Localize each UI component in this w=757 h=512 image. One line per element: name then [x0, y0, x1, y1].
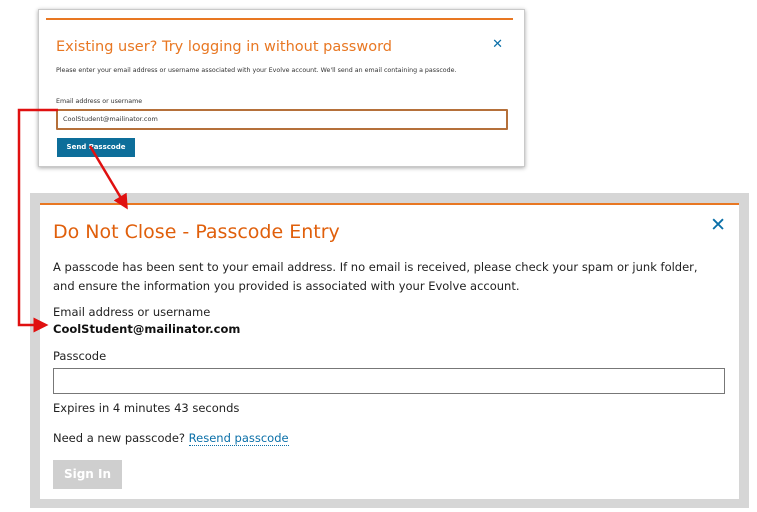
expiry-countdown: Expires in 4 minutes 43 seconds — [53, 401, 240, 415]
resend-prompt: Need a new passcode? Resend passcode — [53, 431, 289, 446]
passcode-modal-title: Do Not Close - Passcode Entry — [53, 221, 340, 243]
email-label: Email address or username — [53, 305, 211, 319]
sign-in-button[interactable]: Sign In — [53, 460, 122, 489]
email-input[interactable]: CoolStudent@mailinator.com — [56, 109, 508, 130]
close-icon[interactable]: ✕ — [710, 216, 726, 235]
email-value: CoolStudent@mailinator.com — [53, 322, 241, 336]
close-icon[interactable]: ✕ — [492, 38, 503, 51]
send-passcode-button[interactable]: Send Passcode — [57, 138, 135, 157]
resend-passcode-link[interactable]: Resend passcode — [188, 431, 289, 446]
passcode-modal-description: A passcode has been sent to your email a… — [53, 260, 698, 293]
passcode-entry-modal: Do Not Close - Passcode Entry ✕ A passco… — [40, 203, 739, 499]
small-modal-title: Existing user? Try logging in without pa… — [56, 39, 392, 55]
passcode-input[interactable] — [53, 368, 725, 394]
small-modal-description: Please enter your email address or usern… — [56, 67, 457, 74]
passcode-label: Passcode — [53, 349, 107, 363]
small-modal-frame: Existing user? Try logging in without pa… — [38, 9, 525, 167]
existing-user-modal: Existing user? Try logging in without pa… — [46, 18, 513, 158]
resend-prompt-text: Need a new passcode? — [53, 431, 186, 445]
email-field-label: Email address or username — [56, 98, 143, 105]
